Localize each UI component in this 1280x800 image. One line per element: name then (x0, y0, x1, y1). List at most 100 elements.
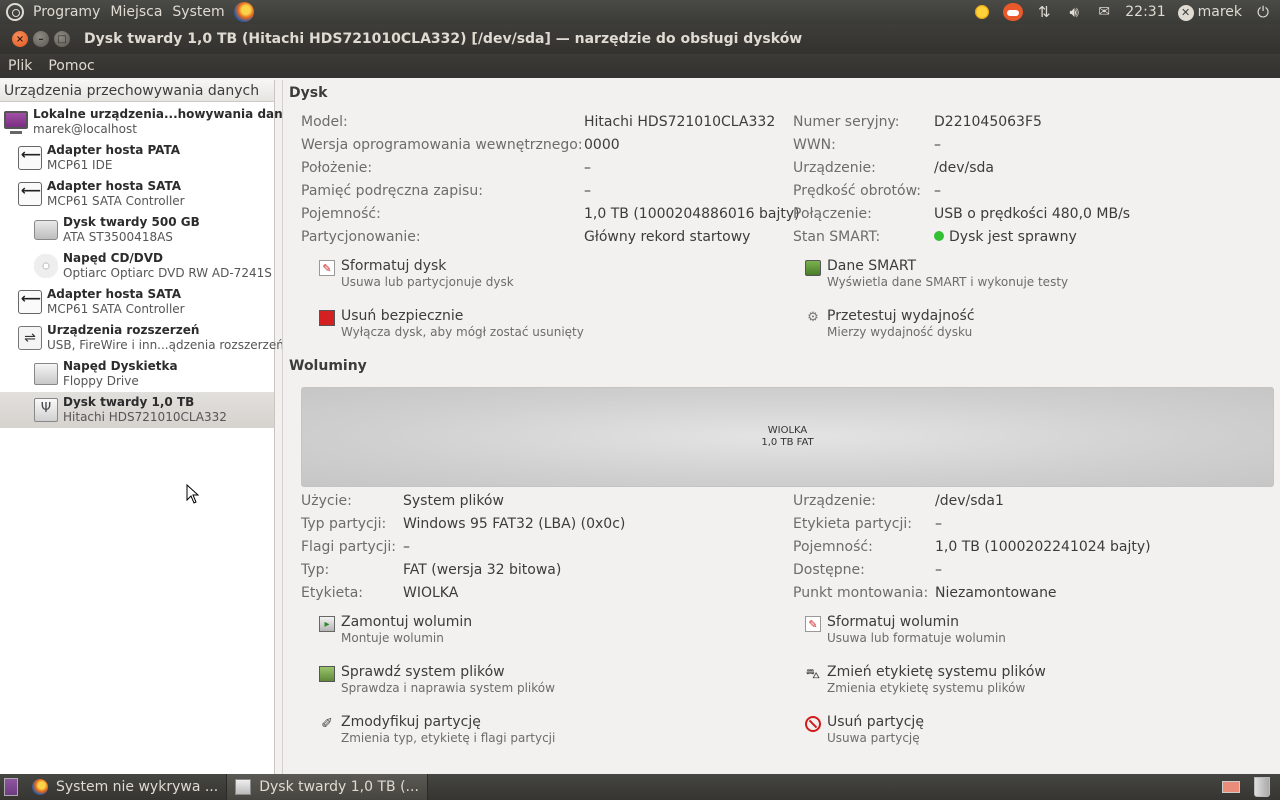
vol-available-value: – (935, 562, 942, 578)
menu-miejsca[interactable]: Miejsca (105, 4, 167, 20)
action-title: Zamontuj wolumin (341, 614, 473, 630)
sidebar-item-desc: marek@localhost (33, 122, 137, 136)
sidebar-item-hdd-1tb[interactable]: Ψ Dysk twardy 1,0 TB Hitachi HDS721010CLA… (0, 392, 274, 428)
sidebar-item-desc: Optiarc Optiarc DVD RW AD-7241S (63, 266, 272, 280)
disk-location-label: Położenie: (301, 160, 373, 176)
sidebar-item-sata-adapter-1[interactable]: Adapter hosta SATAMCP61 SATA Controller (0, 176, 274, 212)
vol-available-label: Dostępne: (793, 562, 865, 578)
taskbar-item-firefox[interactable]: System nie wykrywa ... (24, 774, 228, 800)
minimize-window-button[interactable]: – (33, 31, 49, 47)
sidebar-item-sata-adapter-2[interactable]: Adapter hosta SATAMCP61 SATA Controller (0, 284, 274, 320)
floppy-icon (34, 363, 58, 385)
window-title: Dysk twardy 1,0 TB (Hitachi HDS721010CLA… (84, 31, 803, 47)
disk-model-value: Hitachi HDS721010CLA332 (584, 114, 776, 130)
disk-write-cache-label: Pamięć podręczna zapisu: (301, 183, 483, 199)
weather-sun-icon[interactable] (973, 3, 992, 21)
disk-serial-value: D221045063F5 (934, 114, 1042, 130)
trash-icon[interactable] (1254, 777, 1270, 797)
taskbar-item-label: Dysk twardy 1,0 TB (... (259, 779, 419, 795)
disk-write-cache-value: – (584, 183, 591, 199)
action-title: Dane SMART (827, 258, 917, 274)
sidebar-item-hdd-500[interactable]: Dysk twardy 500 GB ATA ST3500418AS (0, 212, 274, 248)
safe-remove-icon (319, 310, 335, 326)
ubuntu-logo-icon[interactable] (6, 3, 24, 21)
close-window-button[interactable]: × (12, 31, 28, 47)
computer-icon (4, 111, 28, 134)
check-filesystem-button[interactable]: Sprawdź system plików Sprawdza i naprawia… (319, 664, 555, 696)
window-titlebar[interactable]: × – □ Dysk twardy 1,0 TB (Hitachi HDS721… (0, 24, 1280, 54)
firefox-launcher-icon[interactable] (233, 2, 254, 22)
vol-label-value: WIOLKA (403, 585, 459, 601)
menu-system[interactable]: System (167, 4, 229, 20)
label-icon: ⛍ (805, 666, 821, 682)
action-desc: Usuwa lub partycjonuje dysk (341, 275, 514, 289)
disk-smart-value: Dysk jest sprawny (934, 229, 1077, 245)
vol-flags-label: Flagi partycji: (301, 539, 396, 555)
action-title: Usuń partycję (827, 714, 924, 730)
sidebar-item-expansion[interactable]: ⇌ Urządzenia rozszerzeń USB, FireWire i i… (0, 320, 284, 356)
sidebar-item-cd-dvd[interactable]: Napęd CD/DVD Optiarc Optiarc DVD RW AD-72… (0, 248, 274, 284)
disk-rotation-label: Prędkość obrotów: (793, 183, 921, 199)
menu-pomoc[interactable]: Pomoc (40, 58, 102, 74)
format-disk-button[interactable]: ✎ Sformatuj dysk Usuwa lub partycjonuje d… (319, 258, 514, 290)
sidebar-item-floppy[interactable]: Napęd Dyskietka Floppy Drive (0, 356, 274, 392)
format-volume-button[interactable]: ✎ Sformatuj wolumin Usuwa lub formatuje w… (805, 614, 1006, 646)
sidebar-item-desc: USB, FireWire i inn...ądzenia rozszerzeń (47, 338, 284, 352)
action-desc: Mierzy wydajność dysku (827, 325, 973, 339)
taskbar-item-disk-utility[interactable]: Dysk twardy 1,0 TB (... (227, 774, 428, 800)
network-icon[interactable]: ⇅ (1035, 3, 1053, 21)
edit-partition-button[interactable]: ✐ Zmodyfikuj partycję Zmienia typ, etykie… (319, 714, 555, 746)
vol-capacity-value: 1,0 TB (1000202241024 bajty) (935, 539, 1151, 555)
action-title: Zmodyfikuj partycję (341, 714, 481, 730)
pencil-icon: ✐ (321, 716, 333, 732)
disk-wwn-label: WWN: (793, 137, 836, 153)
show-desktop-icon[interactable] (4, 778, 18, 796)
user-menu[interactable]: ✕ marek (1177, 4, 1242, 21)
action-desc: Wyświetla dane SMART i wykonuje testy (827, 275, 1069, 289)
sidebar-item-name: Adapter hosta PATA (47, 143, 181, 157)
sidebar-item-local-storage[interactable]: Lokalne urządzenia...howywania danych mar… (0, 104, 306, 140)
action-desc: Usuwa lub formatuje wolumin (827, 631, 1006, 645)
usb-disk-icon: Ψ (34, 398, 58, 422)
mail-icon[interactable]: ✉ (1095, 4, 1113, 20)
menu-plik[interactable]: Plik (0, 58, 40, 74)
vol-usage-value: System plików (403, 493, 504, 509)
sidebar-item-name: Urządzenia rozszerzeń (47, 323, 200, 337)
disk-capacity-value: 1,0 TB (1000204886016 bajty) (584, 206, 800, 222)
sidebar-item-pata-adapter[interactable]: Adapter hosta PATAMCP61 IDE (0, 140, 274, 176)
smart-data-button[interactable]: Dane SMART Wyświetla dane SMART i wykonuj… (805, 258, 1068, 290)
sidebar-item-name: Napęd CD/DVD (63, 251, 163, 265)
sidebar-header: Urządzenia przechowywania danych (0, 80, 274, 102)
vol-device-label: Urządzenie: (793, 493, 876, 509)
sidebar-item-name: Dysk twardy 1,0 TB (63, 395, 195, 409)
clock[interactable]: 22:31 (1125, 4, 1165, 20)
change-label-button[interactable]: ⛍ Zmień etykietę systemu plików Zmienia e… (805, 664, 1046, 696)
usb-icon: ⇌ (18, 326, 42, 350)
volume-icon[interactable]: 🔊︎ (1065, 3, 1083, 21)
maximize-window-button[interactable]: □ (54, 31, 70, 47)
disk-partitioning-value: Główny rekord startowy (584, 229, 751, 245)
volume-bar-label: WIOLKA (767, 425, 808, 436)
details-pane: Dysk Model: Hitachi HDS721010CLA332 Wers… (282, 80, 1280, 774)
volume-partition-bar[interactable]: WIOLKA 1,0 TB FAT (301, 387, 1274, 487)
disk-utility-icon (235, 779, 252, 795)
safe-remove-button[interactable]: Usuń bezpiecznie Wyłącza dysk, aby mógł z… (319, 308, 584, 340)
taskbar-item-label: System nie wykrywa ... (56, 779, 219, 795)
bottom-taskbar: System nie wykrywa ... Dysk twardy 1,0 T… (0, 774, 1280, 800)
power-icon[interactable]: ⏻ (1254, 3, 1272, 21)
benchmark-button[interactable]: ⚙ Przetestuj wydajność Mierzy wydajność d… (805, 308, 974, 340)
vol-label-label: Etykieta: (301, 585, 364, 601)
disk-device-label: Urządzenie: (793, 160, 876, 176)
disk-firmware-label: Wersja oprogramowania wewnętrznego: (301, 137, 583, 153)
adapter-icon (18, 182, 42, 206)
delete-partition-button[interactable]: Usuń partycję Usuwa partycję (805, 714, 924, 746)
mount-icon: ▸ (319, 616, 335, 632)
action-desc: Zmienia etykietę systemu plików (827, 681, 1026, 695)
workspace-switcher[interactable] (1222, 781, 1240, 793)
vol-type-label: Typ: (301, 562, 330, 578)
disk-smart-label: Stan SMART: (793, 229, 881, 245)
menu-programy[interactable]: Programy (28, 4, 105, 20)
ubuntu-one-cloud-icon[interactable] (1003, 3, 1024, 21)
sidebar-item-name: Dysk twardy 500 GB (63, 215, 200, 229)
mount-volume-button[interactable]: ▸ Zamontuj wolumin Montuje wolumin (319, 614, 472, 646)
